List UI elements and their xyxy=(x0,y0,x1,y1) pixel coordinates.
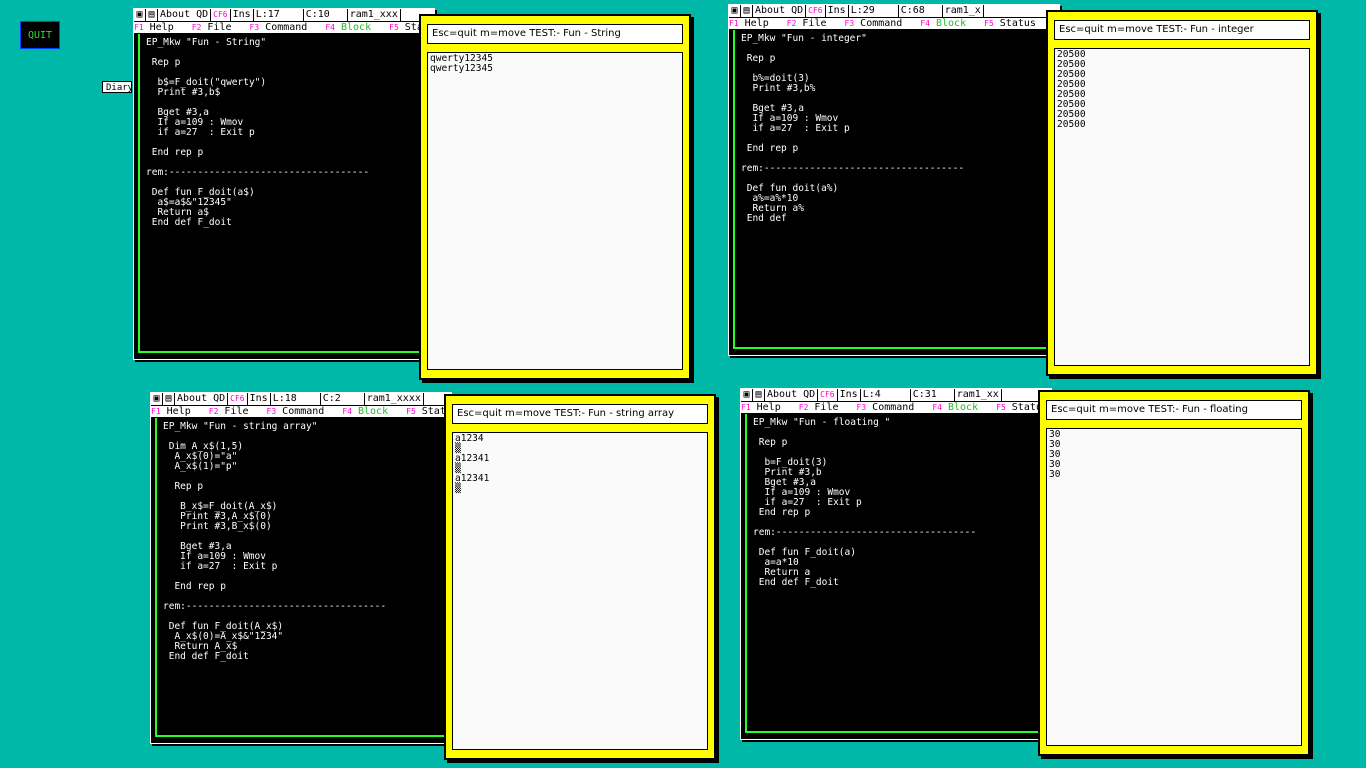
test-window-floating[interactable]: Esc=quit m=move TEST:- Fun - floating 30… xyxy=(1038,390,1310,756)
line-indicator: L:17 xyxy=(254,9,304,21)
cf6-key[interactable]: CF6 xyxy=(806,5,826,17)
code-editor[interactable]: EP_Mkw "Fun - string array" Dim A_x$(1,5… xyxy=(155,418,447,737)
save-icon[interactable]: ▤ xyxy=(741,5,753,17)
editor-window-string-array: ▣ ▤ About QD CF6 Ins L:18 C:2 ram1_xxxx … xyxy=(150,392,452,744)
file-name: ram1_xxxx xyxy=(365,393,424,405)
file-name: ram1_x xyxy=(943,5,984,17)
test-output: 30 30 30 30 30 xyxy=(1046,428,1302,746)
menu-command[interactable]: F3 Command xyxy=(267,406,331,417)
menu-file[interactable]: F2 File xyxy=(787,18,833,29)
editor-window-string: ▣ ▤ About QD CF6 Ins L:17 C:10 ram1_xxx … xyxy=(133,8,435,360)
menu-status[interactable]: F5Status xyxy=(984,18,1042,29)
test-window-title[interactable]: Esc=quit m=move TEST:- Fun - integer xyxy=(1054,20,1310,40)
menu-block[interactable]: F4 Block xyxy=(920,18,972,29)
column-indicator: C:31 xyxy=(911,389,955,401)
menu-command[interactable]: F3 Command xyxy=(845,18,909,29)
file-name: ram1_xx xyxy=(955,389,1002,401)
insert-mode[interactable]: Ins xyxy=(826,5,849,17)
menu-file[interactable]: F2 File xyxy=(209,406,255,417)
test-window-title[interactable]: Esc=quit m=move TEST:- Fun - String xyxy=(427,24,683,44)
file-name: ram1_xxx xyxy=(348,9,401,21)
line-indicator: L:29 xyxy=(849,5,899,17)
window-icon[interactable]: ▣ xyxy=(134,9,146,21)
menu-help[interactable]: F1 Help xyxy=(151,406,197,417)
window-icon[interactable]: ▣ xyxy=(151,393,163,405)
test-output: qwerty12345 qwerty12345 xyxy=(427,52,683,370)
menu-help[interactable]: F1 Help xyxy=(134,22,180,33)
test-window-title[interactable]: Esc=quit m=move TEST:- Fun - string arra… xyxy=(452,404,708,424)
window-icon[interactable]: ▣ xyxy=(741,389,753,401)
editor-menu: F1Help F2File F3Command F4Block F5Status xyxy=(151,406,451,417)
cf6-key[interactable]: CF6 xyxy=(818,389,838,401)
about-button[interactable]: About QD xyxy=(158,9,212,21)
editor-toolbar: ▣ ▤ About QD CF6 Ins L:18 C:2 ram1_xxxx xyxy=(151,393,451,406)
column-indicator: C:10 xyxy=(304,9,348,21)
test-window-string-array[interactable]: Esc=quit m=move TEST:- Fun - string arra… xyxy=(444,394,716,760)
code-editor[interactable]: EP_Mkw "Fun - integer" Rep p b%=doit(3) … xyxy=(733,30,1055,349)
menu-file[interactable]: F2 File xyxy=(192,22,238,33)
test-window-title[interactable]: Esc=quit m=move TEST:- Fun - floating xyxy=(1046,400,1302,420)
cf6-key[interactable]: CF6 xyxy=(228,393,248,405)
about-button[interactable]: About QD xyxy=(753,5,807,17)
about-button[interactable]: About QD xyxy=(175,393,229,405)
menu-file[interactable]: F2 File xyxy=(799,402,845,413)
menu-block[interactable]: F4 Block xyxy=(325,22,377,33)
menu-help[interactable]: F1 Help xyxy=(729,18,775,29)
editor-toolbar: ▣ ▤ About QD CF6 Ins L:4 C:31 ram1_xx xyxy=(741,389,1051,402)
test-window-string[interactable]: Esc=quit m=move TEST:- Fun - String qwer… xyxy=(419,14,691,380)
editor-toolbar: ▣ ▤ About QD CF6 Ins L:17 C:10 ram1_xxx xyxy=(134,9,434,22)
insert-mode[interactable]: Ins xyxy=(838,389,861,401)
line-indicator: L:18 xyxy=(271,393,321,405)
test-output: a1234 ▒ a12341 ▒ a12341 ▒ xyxy=(452,432,708,750)
menu-command[interactable]: F3 Command xyxy=(250,22,314,33)
window-icon[interactable]: ▣ xyxy=(729,5,741,17)
line-indicator: L:4 xyxy=(861,389,911,401)
insert-mode[interactable]: Ins xyxy=(231,9,254,21)
about-button[interactable]: About QD xyxy=(765,389,819,401)
menu-command[interactable]: F3 Command xyxy=(857,402,921,413)
code-editor[interactable]: EP_Mkw "Fun - String" Rep p b$=F_doit("q… xyxy=(138,34,430,353)
menu-block[interactable]: F4 Block xyxy=(342,406,394,417)
test-output: 20500 20500 20500 20500 20500 20500 2050… xyxy=(1054,48,1310,366)
test-window-integer[interactable]: Esc=quit m=move TEST:- Fun - integer 205… xyxy=(1046,10,1318,376)
save-icon[interactable]: ▤ xyxy=(146,9,158,21)
menu-block[interactable]: F4 Block xyxy=(932,402,984,413)
cf6-key[interactable]: CF6 xyxy=(211,9,231,21)
editor-window-floating: ▣ ▤ About QD CF6 Ins L:4 C:31 ram1_xx F1… xyxy=(740,388,1052,740)
diary-window-tab[interactable]: Diary xyxy=(102,81,132,93)
column-indicator: C:68 xyxy=(899,5,943,17)
editor-menu: F1Help F2File F3Command F4Block F5Status xyxy=(134,22,434,33)
save-icon[interactable]: ▤ xyxy=(163,393,175,405)
code-editor[interactable]: EP_Mkw "Fun - floating " Rep p b=F_doit(… xyxy=(745,414,1047,733)
menu-help[interactable]: F1 Help xyxy=(741,402,787,413)
editor-window-integer: ▣ ▤ About QD CF6 Ins L:29 C:68 ram1_x F1… xyxy=(728,4,1060,356)
editor-menu: F1 Help F2 File F3 Command F4 Block F5 Status… xyxy=(729,18,1059,29)
quit-button[interactable]: QUIT xyxy=(20,21,60,49)
column-indicator: C:2 xyxy=(321,393,365,405)
insert-mode[interactable]: Ins xyxy=(248,393,271,405)
editor-menu: F1Help F2File F3Command F4Block F5Status xyxy=(741,402,1051,413)
editor-toolbar: ▣ ▤ About QD CF6 Ins L:29 C:68 ram1_x xyxy=(729,5,1059,18)
save-icon[interactable]: ▤ xyxy=(753,389,765,401)
